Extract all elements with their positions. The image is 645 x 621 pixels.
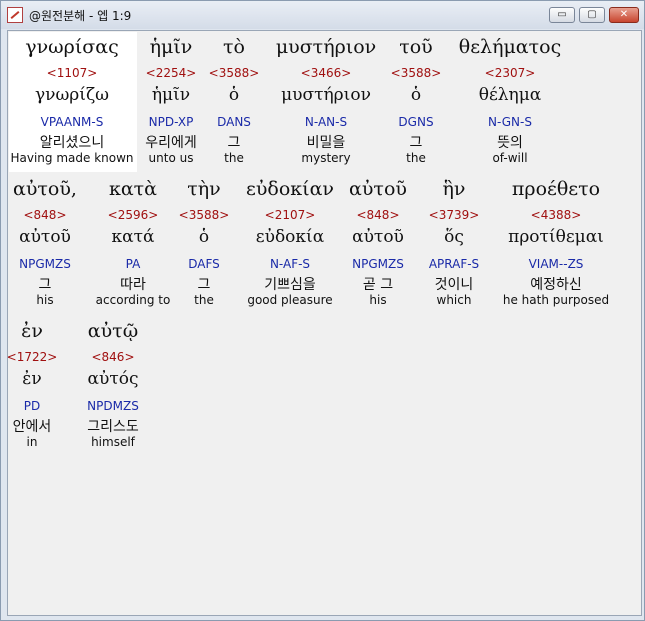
strong-number: <2307> xyxy=(484,66,536,80)
lemma-word: προτίθεμαι xyxy=(508,227,604,247)
english-gloss: he hath purposed xyxy=(502,293,610,307)
strong-number: <4388> xyxy=(530,208,582,222)
greek-word: προέθετο xyxy=(511,178,601,200)
english-gloss: of-will xyxy=(492,151,528,165)
close-button[interactable]: ✕ xyxy=(609,7,639,23)
lemma-word: θέλημα xyxy=(478,85,542,105)
app-icon xyxy=(7,7,23,23)
parse-code: VIAM--ZS xyxy=(528,257,584,271)
korean-gloss: 뜻의 xyxy=(497,135,523,151)
parse-code: N-GN-S xyxy=(488,115,532,129)
english-gloss: himself xyxy=(91,435,135,449)
korean-gloss: 예정하신 xyxy=(530,277,582,293)
korean-gloss: 그리스도 xyxy=(87,419,139,435)
maximize-button[interactable]: ▢ xyxy=(579,7,605,23)
parse-code: NPDMZS xyxy=(87,399,139,413)
lemma-word: αὐτός xyxy=(87,369,139,389)
interlinear-panel: γνωρίσας <1107> γνωρίζω VPAANM-S 알리셨으니 Having… xyxy=(7,30,642,616)
strong-number: <846> xyxy=(91,350,135,364)
app-window: @원전분해 - 엡 1:9 ▭ ▢ ✕ γνωρίσας <1107> γνωρίζ… xyxy=(0,0,645,621)
title-bar[interactable]: @원전분해 - 엡 1:9 ▭ ▢ ✕ xyxy=(1,1,644,29)
greek-word: θελήματος xyxy=(458,36,562,58)
window-title: @원전분해 - 엡 1:9 xyxy=(29,9,132,23)
minimize-button[interactable]: ▭ xyxy=(549,7,575,23)
greek-word: αὐτῷ xyxy=(87,320,139,342)
